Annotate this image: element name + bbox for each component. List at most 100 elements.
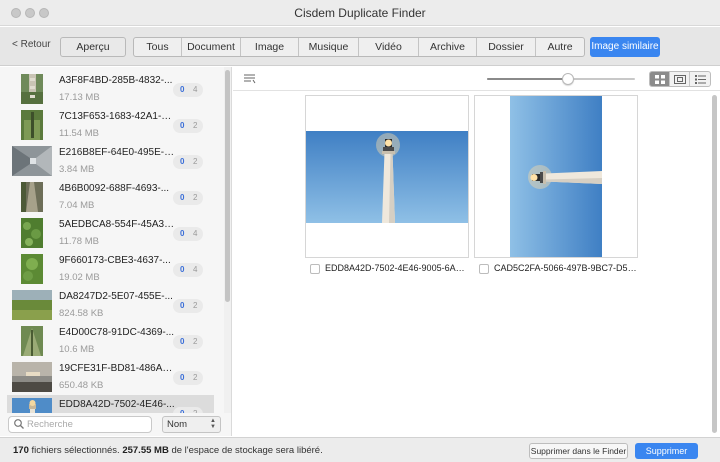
item-name: 19CFE31F-BD81-486A-B...	[59, 363, 175, 374]
slider-knob[interactable]	[562, 73, 575, 85]
item-name: 9F660173-CBE3-4637-...	[59, 255, 171, 266]
thumbnail-image	[21, 74, 43, 104]
list-item[interactable]: 9F660173-CBE3-4637-... 19.02 MB 04	[7, 251, 214, 287]
selection-status: 170 fichiers sélectionnés. 257.55 MB de …	[13, 445, 323, 456]
item-name: E216B8EF-64E0-495E-8...	[59, 147, 175, 158]
search-icon	[14, 419, 24, 429]
preview-button[interactable]: Aperçu	[60, 37, 126, 57]
similar-image-button[interactable]: Image similaire	[590, 37, 660, 57]
main-scrollbar-thumb[interactable]	[712, 95, 717, 433]
item-name: A3F8F4BD-285B-4832-...	[59, 75, 173, 86]
delete-in-finder-button[interactable]: Supprimer dans le Finder	[529, 443, 628, 459]
search-box[interactable]	[8, 416, 152, 433]
selected-count: 170	[13, 445, 29, 456]
delete-button[interactable]: Supprimer	[635, 443, 698, 459]
item-size: 10.6 MB	[59, 344, 95, 355]
grid-view-button[interactable]	[650, 72, 670, 86]
main-scrollbar[interactable]	[710, 93, 718, 436]
lighthouse-image	[306, 131, 468, 223]
tab-autre[interactable]: Autre	[536, 38, 584, 56]
thumbnail-image	[12, 398, 52, 413]
sidebar-scrollbar[interactable]	[224, 67, 231, 413]
item-size: 17.13 MB	[59, 92, 100, 103]
item-name: 5AEDBCA8-554F-45A3-...	[59, 219, 175, 230]
category-tabs: Tous Document Image Musique Vidéo Archiv…	[133, 37, 585, 57]
title-bar: Cisdem Duplicate Finder	[0, 0, 720, 26]
item-name: EDD8A42D-7502-4E46-...	[59, 399, 175, 410]
list-item[interactable]: 7C13F653-1683-42A1-9... 11.54 MB 02	[7, 107, 214, 143]
duplicate-group-list: A3F8F4BD-285B-4832-... 17.13 MB 04 7C13F…	[0, 67, 222, 413]
tab-video[interactable]: Vidéo	[359, 38, 419, 56]
filter-list-icon[interactable]	[244, 74, 256, 84]
count-badge: 02	[173, 407, 203, 413]
freed-size: 257.55 MB	[122, 445, 169, 456]
thumbnail-image	[12, 146, 52, 176]
status-bar: 170 fichiers sélectionnés. 257.55 MB de …	[0, 437, 720, 462]
list-item[interactable]: A3F8F4BD-285B-4832-... 17.13 MB 04	[7, 71, 214, 107]
chevron-updown-icon: ▲ ▼	[210, 418, 216, 430]
item-name: E4D00C78-91DC-4369-...	[59, 327, 175, 338]
count-badge: 02	[173, 299, 203, 313]
image-checkbox[interactable]	[310, 264, 320, 274]
thumbnail-image	[21, 218, 43, 248]
item-size: 3.84 MB	[59, 164, 95, 175]
tab-musique[interactable]: Musique	[299, 38, 359, 56]
count-badge: 02	[173, 155, 203, 169]
tab-tous[interactable]: Tous	[134, 38, 182, 56]
list-item-selected[interactable]: EDD8A42D-7502-4E46-... 02	[7, 395, 214, 413]
sort-select[interactable]: Nom ▲ ▼	[162, 416, 221, 433]
item-size: 19.02 MB	[59, 272, 100, 283]
thumbnail-image	[21, 110, 43, 140]
grid-icon	[654, 74, 665, 84]
count-badge: 02	[173, 371, 203, 385]
tab-dossier[interactable]: Dossier	[477, 38, 536, 56]
count-badge: 02	[173, 191, 203, 205]
list-item[interactable]: DA8247D2-5E07-455E-... 824.58 KB 02	[7, 287, 214, 323]
list-view-button[interactable]	[690, 72, 710, 86]
item-size: 824.58 KB	[59, 308, 104, 319]
thumbnail-image	[12, 290, 52, 320]
image-card[interactable]	[305, 95, 469, 258]
image-checkbox[interactable]	[479, 264, 489, 274]
list-item[interactable]: 4B6B0092-688F-4693-... 7.04 MB 02	[7, 179, 214, 215]
window-title: Cisdem Duplicate Finder	[294, 6, 426, 20]
image-filename: CAD5C2FA-5066-497B-9BC7-D53D...	[494, 263, 638, 273]
tab-archive[interactable]: Archive	[419, 38, 477, 56]
gallery-icon	[673, 74, 686, 84]
lighthouse-image	[510, 96, 602, 257]
item-size: 11.54 MB	[59, 128, 99, 139]
image-card[interactable]	[474, 95, 638, 258]
tab-document[interactable]: Document	[182, 38, 241, 56]
sidebar: A3F8F4BD-285B-4832-... 17.13 MB 04 7C13F…	[0, 67, 232, 436]
list-item[interactable]: E216B8EF-64E0-495E-8... 3.84 MB 02	[7, 143, 214, 179]
item-name: DA8247D2-5E07-455E-...	[59, 291, 173, 302]
count-badge: 04	[173, 83, 203, 97]
sidebar-scrollbar-thumb[interactable]	[225, 70, 230, 302]
item-size: 11.78 MB	[59, 236, 99, 247]
count-badge: 04	[173, 263, 203, 277]
count-badge: 02	[173, 119, 203, 133]
thumbnail-size-slider[interactable]	[487, 73, 635, 85]
item-name: 7C13F653-1683-42A1-9...	[59, 111, 175, 122]
toolbar: < Retour Aperçu Tous Document Image Musi…	[0, 27, 720, 66]
search-input[interactable]	[27, 417, 149, 432]
sort-select-value: Nom	[167, 419, 188, 430]
item-size: 7.04 MB	[59, 200, 95, 211]
count-badge: 04	[173, 227, 203, 241]
item-size: 650.48 KB	[59, 380, 104, 391]
count-badge: 02	[173, 335, 203, 349]
list-item[interactable]: 19CFE31F-BD81-486A-B... 650.48 KB 02	[7, 359, 214, 395]
list-icon	[694, 74, 706, 84]
main-panel: EDD8A42D-7502-4E46-9005-6AA1F... CAD5C2F…	[233, 67, 720, 436]
thumbnail-image	[12, 362, 52, 392]
slider-fill	[487, 78, 569, 80]
image-filename: EDD8A42D-7502-4E46-9005-6AA1F...	[325, 263, 469, 273]
view-mode-toggle	[649, 71, 711, 87]
list-item[interactable]: 5AEDBCA8-554F-45A3-... 11.78 MB 04	[7, 215, 214, 251]
thumbnail-image	[21, 182, 43, 212]
back-button[interactable]: < Retour	[12, 39, 51, 50]
list-item[interactable]: E4D00C78-91DC-4369-... 10.6 MB 02	[7, 323, 214, 359]
gallery-view-button[interactable]	[670, 72, 690, 86]
main-toolbar	[233, 67, 720, 91]
tab-image[interactable]: Image	[241, 38, 299, 56]
